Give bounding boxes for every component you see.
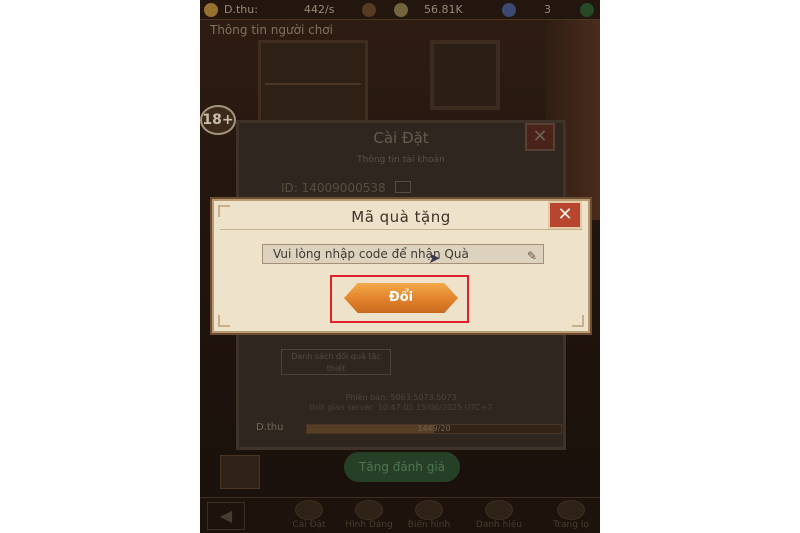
mouse-cursor-icon: ➤ [428, 249, 441, 267]
gift-code-input[interactable]: Vui lòng nhập code để nhận Quà ✎ [262, 244, 544, 264]
corner-ornament [572, 315, 584, 327]
pencil-icon: ✎ [526, 249, 537, 263]
gift-code-dialog: Mã quà tặng ✕ Vui lòng nhập code để nhận… [212, 199, 590, 333]
game-screen: D.thu: 442/s 56.81K 3 Thông tin người ch… [200, 0, 600, 533]
dialog-close-button[interactable]: ✕ [548, 201, 582, 229]
redeem-button[interactable]: Đổi [344, 283, 458, 313]
dialog-title: Mã quà tặng [351, 208, 451, 226]
corner-ornament [218, 315, 230, 327]
